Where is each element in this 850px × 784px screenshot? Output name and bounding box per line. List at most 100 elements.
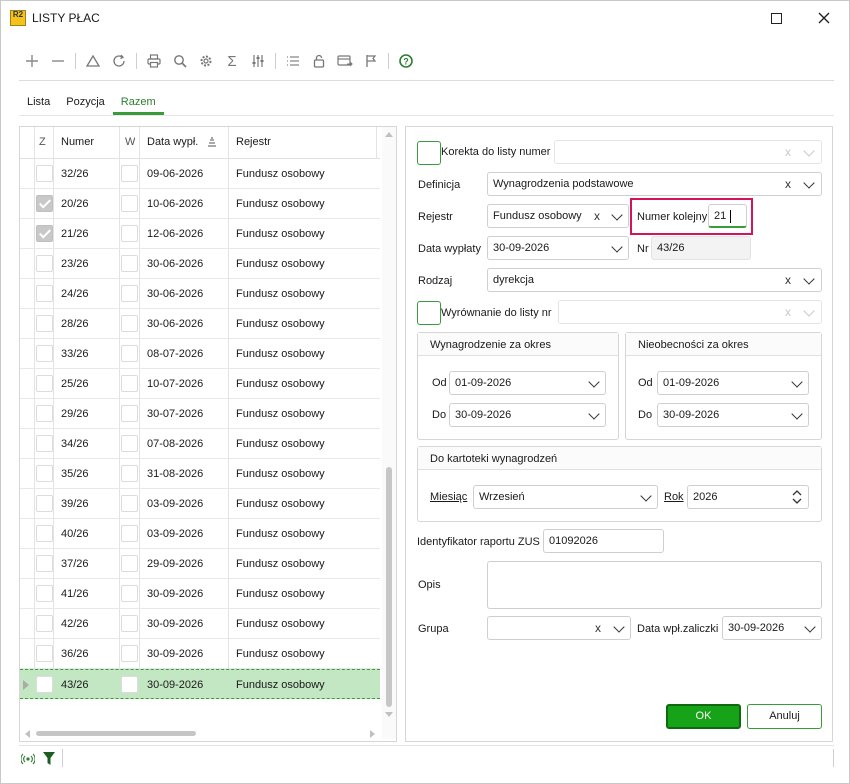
clear-icon[interactable]: x [785,173,791,195]
opis-textarea[interactable] [487,561,822,609]
table-row[interactable]: 23/26 30-06-2026 Fundusz osobowy [20,249,380,279]
row-checkbox-z[interactable] [36,645,53,662]
cancel-button[interactable]: Anuluj [747,704,822,729]
remove-button[interactable] [45,48,71,74]
column-header-rejestr[interactable]: Rejestr [236,127,336,157]
zus-input[interactable]: 01092026 [543,529,664,553]
chevron-down-icon[interactable] [588,408,600,420]
clear-icon[interactable]: x [785,301,791,323]
chevron-down-icon[interactable] [803,273,815,285]
row-checkbox-w[interactable] [121,555,138,572]
chevron-down-icon[interactable] [640,490,652,502]
column-header-data[interactable]: Data wypł. [147,127,207,157]
chevron-down-icon[interactable] [804,621,816,633]
row-checkbox-z[interactable] [36,195,53,212]
tab-razem[interactable]: Razem [112,93,164,115]
row-checkbox-w[interactable] [121,225,138,242]
row-checkbox-z[interactable] [36,315,53,332]
row-checkbox-w[interactable] [121,345,138,362]
chevron-down-icon[interactable] [611,209,623,221]
row-checkbox-z[interactable] [36,465,53,482]
filter-settings-button[interactable] [245,48,271,74]
clear-icon[interactable]: x [785,141,791,163]
chevron-down-icon[interactable] [803,145,815,157]
row-checkbox-z[interactable] [36,405,53,422]
list-button[interactable] [280,48,306,74]
row-checkbox-z[interactable] [36,676,53,693]
definicja-select[interactable]: Wynagrodzenia podstawowe x [487,172,822,196]
table-row[interactable]: 25/26 10-07-2026 Fundusz osobowy [20,369,380,399]
table-row[interactable]: 24/26 30-06-2026 Fundusz osobowy [20,279,380,309]
row-checkbox-w[interactable] [121,405,138,422]
tab-pozycja[interactable]: Pozycja [58,93,113,115]
vertical-scrollbar[interactable] [382,127,396,739]
card-button[interactable] [332,48,358,74]
ok-button[interactable]: OK [666,704,741,729]
table-row[interactable]: 21/26 12-06-2026 Fundusz osobowy [20,219,380,249]
chevron-down-icon[interactable] [791,376,803,388]
table-row[interactable]: 41/26 30-09-2026 Fundusz osobowy [20,579,380,609]
row-checkbox-w[interactable] [121,645,138,662]
row-checkbox-z[interactable] [36,435,53,452]
row-checkbox-w[interactable] [121,615,138,632]
row-checkbox-w[interactable] [121,435,138,452]
table-row[interactable]: 36/26 30-09-2026 Fundusz osobowy [20,639,380,669]
triangle-button[interactable] [80,48,106,74]
row-checkbox-z[interactable] [36,165,53,182]
table-row[interactable]: 33/26 08-07-2026 Fundusz osobowy [20,339,380,369]
column-header-numer[interactable]: Numer [61,127,131,157]
table-row[interactable]: 34/26 07-08-2026 Fundusz osobowy [20,429,380,459]
horizontal-scroll-thumb[interactable] [36,731,196,736]
row-checkbox-z[interactable] [36,225,53,242]
miesiac-select[interactable]: Wrzesień [473,485,658,509]
row-checkbox-z[interactable] [36,375,53,392]
row-checkbox-z[interactable] [36,345,53,362]
wyrownanie-select[interactable]: x [558,300,822,324]
rejestr-select[interactable]: Fundusz osobowy x [487,204,629,228]
table-row[interactable]: 20/26 10-06-2026 Fundusz osobowy [20,189,380,219]
rodzaj-select[interactable]: dyrekcja x [487,268,822,292]
horizontal-scrollbar[interactable] [20,727,382,739]
scroll-up-icon[interactable] [385,131,393,137]
chevron-down-icon[interactable] [791,408,803,420]
row-checkbox-w[interactable] [121,676,138,693]
row-checkbox-z[interactable] [36,615,53,632]
rok-spinner[interactable]: 2026 [687,485,809,509]
chevron-down-icon[interactable] [611,241,623,253]
wyrownanie-checkbox[interactable] [417,301,441,325]
row-checkbox-w[interactable] [121,465,138,482]
column-header-z[interactable]: Z [39,127,49,157]
row-checkbox-w[interactable] [121,525,138,542]
chevron-down-icon[interactable] [803,177,815,189]
korekta-select[interactable]: x [554,140,822,164]
refresh-button[interactable] [106,48,132,74]
row-checkbox-w[interactable] [121,255,138,272]
sum-button[interactable]: Σ [219,48,245,74]
table-row[interactable]: 29/26 30-07-2026 Fundusz osobowy [20,399,380,429]
vertical-scroll-thumb[interactable] [386,467,392,707]
wyn-do-picker[interactable]: 30-09-2026 [449,403,606,427]
table-row[interactable]: 37/26 29-09-2026 Fundusz osobowy [20,549,380,579]
clear-icon[interactable]: x [594,205,600,227]
data-wpl-picker[interactable]: 30-09-2026 [722,616,822,640]
row-checkbox-z[interactable] [36,255,53,272]
nieob-do-picker[interactable]: 30-09-2026 [657,403,809,427]
filter-icon[interactable] [43,752,55,765]
row-checkbox-w[interactable] [121,195,138,212]
row-checkbox-z[interactable] [36,585,53,602]
table-row[interactable]: 28/26 30-06-2026 Fundusz osobowy [20,309,380,339]
sort-ascending-icon[interactable] [206,137,218,147]
korekta-checkbox[interactable] [417,141,441,165]
chevron-down-icon[interactable] [613,621,625,633]
flag-button[interactable] [358,48,384,74]
data-wyplaty-picker[interactable]: 30-09-2026 [487,236,629,260]
row-checkbox-w[interactable] [121,495,138,512]
help-button[interactable]: ? [393,48,419,74]
row-checkbox-w[interactable] [121,315,138,332]
table-row[interactable]: 39/26 03-09-2026 Fundusz osobowy [20,489,380,519]
chevron-down-icon[interactable] [803,305,815,317]
row-checkbox-z[interactable] [36,285,53,302]
nieob-od-picker[interactable]: 01-09-2026 [657,371,809,395]
row-checkbox-w[interactable] [121,585,138,602]
numer-kolejny-input[interactable]: 21 [708,204,747,228]
